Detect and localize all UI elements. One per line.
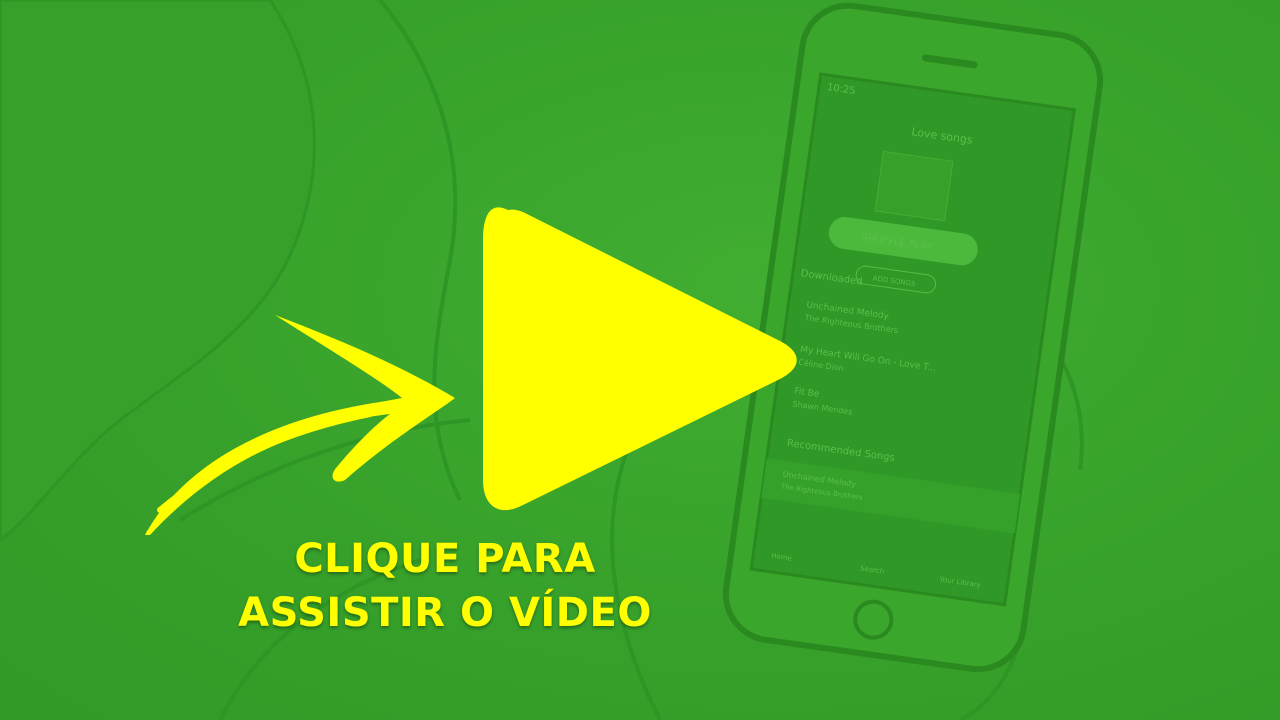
cta-line-1: CLIQUE PARA (294, 536, 596, 582)
arrow-body (145, 315, 455, 535)
call-to-action[interactable]: CLIQUE PARA ASSISTIR O VÍDEO (200, 532, 690, 640)
play-icon[interactable] (483, 207, 797, 511)
phone-album-art (874, 150, 954, 222)
curved-arrow-icon (145, 315, 455, 535)
cta-line-2: ASSISTIR O VÍDEO (238, 590, 652, 636)
play-button[interactable] (478, 200, 808, 520)
video-thumbnail[interactable]: 10:25 Love songs SHUFFLE PLAY ADD SONGS … (0, 0, 1280, 720)
